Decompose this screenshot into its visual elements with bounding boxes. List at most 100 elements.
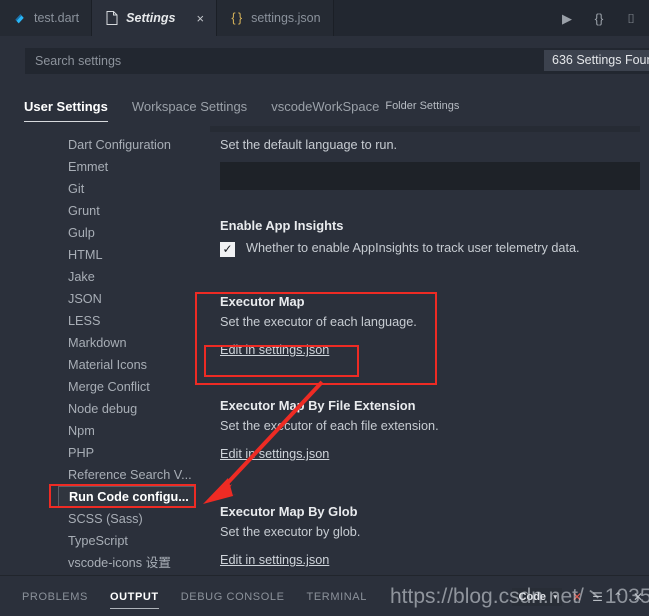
toc-item-node-debug[interactable]: Node debug <box>0 398 210 420</box>
settings-detail-list: Set the default language to run. Enable … <box>210 126 649 575</box>
setting-description: Set the executor by glob. <box>220 525 361 539</box>
toc-item-scss-sass[interactable]: SCSS (Sass) <box>0 508 210 530</box>
toc-item-typescript[interactable]: TypeScript <box>0 530 210 552</box>
panel-tab-label: TERMINAL <box>306 590 367 603</box>
panel-tab-label: PROBLEMS <box>22 590 88 603</box>
edit-in-settings-json-link[interactable]: Edit in settings.json <box>210 447 329 461</box>
panel-tab-output[interactable]: OUTPUT <box>109 585 159 609</box>
toc-item-label: Emmet <box>68 160 109 174</box>
editor-tab-label: Settings <box>126 11 176 25</box>
settings-toc-list[interactable]: Dart Configuration Emmet Git Grunt Gulp … <box>0 126 210 575</box>
panel-tab-debug-console[interactable]: DEBUG CONSOLE <box>181 585 285 609</box>
chevron-down-icon: ▾ <box>553 593 558 601</box>
panel-tab-terminal[interactable]: TERMINAL <box>307 585 367 609</box>
setting-title: Enable App Insights <box>220 218 344 233</box>
tab-bar-spacer <box>333 0 553 36</box>
tab-folder-settings[interactable]: Folder Settings <box>385 92 459 120</box>
toc-item-json[interactable]: JSON <box>0 288 210 310</box>
settings-scope-tabs: User Settings Workspace Settings vscodeW… <box>0 86 649 126</box>
toc-item-label: Reference Search V... <box>68 468 192 482</box>
detail-right-gutter <box>640 126 649 575</box>
tab-workspace-settings[interactable]: Workspace Settings <box>132 91 247 122</box>
toc-item-material-icons[interactable]: Material Icons <box>0 354 210 376</box>
toc-item-label: TypeScript <box>68 534 128 548</box>
toc-item-label: Dart Configuration <box>68 138 171 152</box>
toc-item-label: Markdown <box>68 336 127 350</box>
toc-item-label: vscode-icons 设置 <box>68 556 171 570</box>
default-language-input[interactable] <box>220 162 649 190</box>
toc-item-markdown[interactable]: Markdown <box>0 332 210 354</box>
clear-output-icon[interactable]: ✕ <box>572 591 582 603</box>
editor-tab-label: test.dart <box>34 11 80 25</box>
run-code-button[interactable]: ▶ <box>559 10 575 26</box>
toc-item-git[interactable]: Git <box>0 178 210 200</box>
tab-label: User Settings <box>24 98 108 114</box>
toc-item-label: HTML <box>68 248 103 262</box>
toc-item-label: Npm <box>68 424 95 438</box>
app-insights-checkbox[interactable]: ✓ <box>220 242 235 257</box>
setting-enable-app-insights: Enable App Insights ✓ Whether to enable … <box>210 218 649 257</box>
setting-executor-map-by-glob: Executor Map By Glob Set the executor by… <box>210 504 649 569</box>
settings-search-row: 636 Settings Found <box>0 36 649 86</box>
setting-default-language: Set the default language to run. <box>210 138 649 190</box>
setting-title: Executor Map By Glob <box>220 504 358 519</box>
dart-file-icon <box>12 11 27 26</box>
toc-item-label: PHP <box>68 446 95 460</box>
open-settings-json-button[interactable]: {} <box>591 10 607 26</box>
editor-actions: ▶ {} ⌷ <box>553 0 649 36</box>
app-insights-checkbox-row: ✓ Whether to enable AppInsights to track… <box>210 241 649 257</box>
toc-item-label: LESS <box>68 314 101 328</box>
detail-scroll-shadow <box>210 126 649 132</box>
toc-item-npm[interactable]: Npm <box>0 420 210 442</box>
toc-item-less[interactable]: LESS <box>0 310 210 332</box>
panel-tab-label: OUTPUT <box>109 590 159 603</box>
toc-item-label: Grunt <box>68 204 100 218</box>
settings-file-icon <box>104 11 119 26</box>
toc-item-label: Git <box>68 182 85 196</box>
maximize-panel-icon[interactable]: ⌃ <box>613 591 623 603</box>
tab-user-settings[interactable]: User Settings <box>24 91 108 122</box>
toc-item-run-code-configuration[interactable]: Run Code configu... <box>58 486 195 508</box>
editor-tab-settings[interactable]: Settings × <box>92 0 218 36</box>
toc-item-grunt[interactable]: Grunt <box>0 200 210 222</box>
toc-item-php[interactable]: PHP <box>0 442 210 464</box>
toc-item-dart-configuration[interactable]: Dart Configuration <box>0 134 210 156</box>
setting-title: Executor Map <box>220 294 305 309</box>
tab-label: vscodeWorkSpace <box>271 98 380 114</box>
toc-item-gulp[interactable]: Gulp <box>0 222 210 244</box>
editor-tab-test-dart[interactable]: test.dart <box>0 0 93 36</box>
editor-tab-label: settings.json <box>251 11 321 25</box>
toc-item-label: Merge Conflict <box>68 380 150 394</box>
output-channel-label: Code <box>518 590 547 603</box>
toc-item-label: Jake <box>68 270 95 284</box>
close-icon[interactable]: × <box>196 12 204 25</box>
output-channel-select[interactable]: Code ▾ <box>511 587 563 606</box>
editor-tab-bar: test.dart Settings × { } settings.json ▶… <box>0 0 649 36</box>
tab-label: Folder Settings <box>385 100 460 112</box>
setting-description: Set the executor of each file extension. <box>220 419 439 433</box>
panel-tab-label: DEBUG CONSOLE <box>180 590 285 603</box>
vscode-window: test.dart Settings × { } settings.json ▶… <box>0 0 649 616</box>
edit-in-settings-json-link[interactable]: Edit in settings.json <box>210 553 329 567</box>
setting-executor-map-by-file-extension: Executor Map By File Extension Set the e… <box>210 398 649 463</box>
tab-vscodeworkspace[interactable]: vscodeWorkSpace <box>271 91 379 122</box>
editor-tab-settings-json[interactable]: { } settings.json <box>217 0 334 36</box>
toc-item-reference-search-view[interactable]: Reference Search V... <box>0 464 210 486</box>
toc-item-merge-conflict[interactable]: Merge Conflict <box>0 376 210 398</box>
toc-item-label: JSON <box>68 292 102 306</box>
edit-in-settings-json-link[interactable]: Edit in settings.json <box>210 343 329 357</box>
panel-tab-problems[interactable]: PROBLEMS <box>22 585 88 609</box>
toc-item-jake[interactable]: Jake <box>0 266 210 288</box>
setting-title: Executor Map By File Extension <box>220 398 416 413</box>
toc-item-html[interactable]: HTML <box>0 244 210 266</box>
setting-description: Set the default language to run. <box>220 138 398 152</box>
setting-description: Whether to enable AppInsights to track u… <box>246 241 580 255</box>
toc-item-emmet[interactable]: Emmet <box>0 156 210 178</box>
setting-description: Set the executor of each language. <box>220 315 417 329</box>
split-editor-button[interactable]: ⌷ <box>623 10 639 26</box>
lock-scroll-icon[interactable]: ☰ <box>592 591 603 603</box>
toc-item-vscode-icons[interactable]: vscode-icons 设置 <box>0 552 210 574</box>
toc-item-label: Material Icons <box>68 358 147 372</box>
close-panel-icon[interactable]: ✕ <box>633 591 643 603</box>
toc-item-label: Run Code configu... <box>69 490 189 504</box>
